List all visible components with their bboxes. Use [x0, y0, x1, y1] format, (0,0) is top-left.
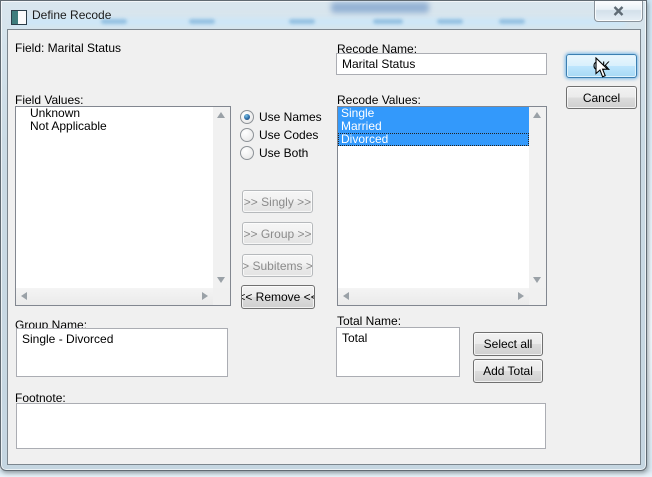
- glass-blur-title: [331, 2, 429, 13]
- list-item[interactable]: Not Applicable: [16, 120, 213, 133]
- subitems-button[interactable]: >> Subitems >>: [242, 254, 313, 277]
- vertical-scrollbar[interactable]: [213, 107, 230, 288]
- screen: Define Recode Field: Marital Status Reco…: [0, 0, 652, 477]
- scroll-right-icon[interactable]: [518, 292, 524, 300]
- radio-use-names[interactable]: Use Names: [240, 110, 322, 124]
- scroll-up-icon[interactable]: [217, 112, 225, 118]
- dialog-title: Define Recode: [32, 8, 111, 22]
- group-name-input[interactable]: Single - Divorced: [16, 328, 228, 377]
- background-window-bottom: [0, 470, 652, 477]
- remove-button[interactable]: << Remove <<: [241, 285, 315, 309]
- radio-label: Use Names: [259, 110, 322, 124]
- radio-selected-icon: [240, 110, 254, 124]
- total-name-input[interactable]: Total: [336, 327, 460, 377]
- cancel-button[interactable]: Cancel: [566, 86, 637, 109]
- recode-values-listbox[interactable]: Single Married Divorced: [337, 106, 547, 306]
- select-all-button[interactable]: Select all: [473, 332, 543, 356]
- field-values-listbox[interactable]: Unknown Not Applicable: [15, 106, 231, 306]
- list-item-selected-focused[interactable]: Divorced: [338, 133, 529, 146]
- app-icon: [11, 10, 27, 25]
- recode-values-label: Recode Values:: [337, 93, 421, 107]
- scrollbar-corner: [213, 288, 230, 305]
- radio-label: Use Codes: [259, 128, 318, 142]
- singly-button[interactable]: >> Singly >>: [242, 190, 313, 213]
- define-recode-dialog: Define Recode Field: Marital Status Reco…: [0, 0, 647, 471]
- vertical-scrollbar[interactable]: [529, 107, 546, 288]
- radio-label: Use Both: [259, 146, 308, 160]
- horizontal-scrollbar[interactable]: [338, 288, 529, 305]
- scroll-left-icon[interactable]: [343, 292, 349, 300]
- group-button[interactable]: >> Group >>: [242, 222, 313, 245]
- dialog-client-area: Field: Marital Status Recode Name: OK Ca…: [7, 29, 641, 465]
- close-button[interactable]: [594, 1, 643, 22]
- mouse-cursor: [595, 57, 609, 79]
- horizontal-scrollbar[interactable]: [16, 288, 213, 305]
- scroll-down-icon[interactable]: [533, 277, 541, 283]
- add-total-button[interactable]: Add Total: [473, 359, 543, 383]
- field-values-label: Field Values:: [15, 93, 83, 107]
- total-name-label: Total Name:: [337, 314, 401, 328]
- field-label: Field: Marital Status: [15, 41, 121, 55]
- radio-use-both[interactable]: Use Both: [240, 146, 308, 160]
- close-icon: [613, 6, 624, 16]
- scroll-up-icon[interactable]: [533, 112, 541, 118]
- radio-unselected-icon: [240, 146, 254, 160]
- radio-use-codes[interactable]: Use Codes: [240, 128, 318, 142]
- title-bar[interactable]: Define Recode: [1, 1, 646, 29]
- scrollbar-corner: [529, 288, 546, 305]
- radio-unselected-icon: [240, 128, 254, 142]
- footnote-input[interactable]: [16, 403, 546, 449]
- recode-name-input[interactable]: [336, 53, 547, 75]
- scroll-left-icon[interactable]: [21, 292, 27, 300]
- scroll-down-icon[interactable]: [217, 277, 225, 283]
- scroll-right-icon[interactable]: [202, 292, 208, 300]
